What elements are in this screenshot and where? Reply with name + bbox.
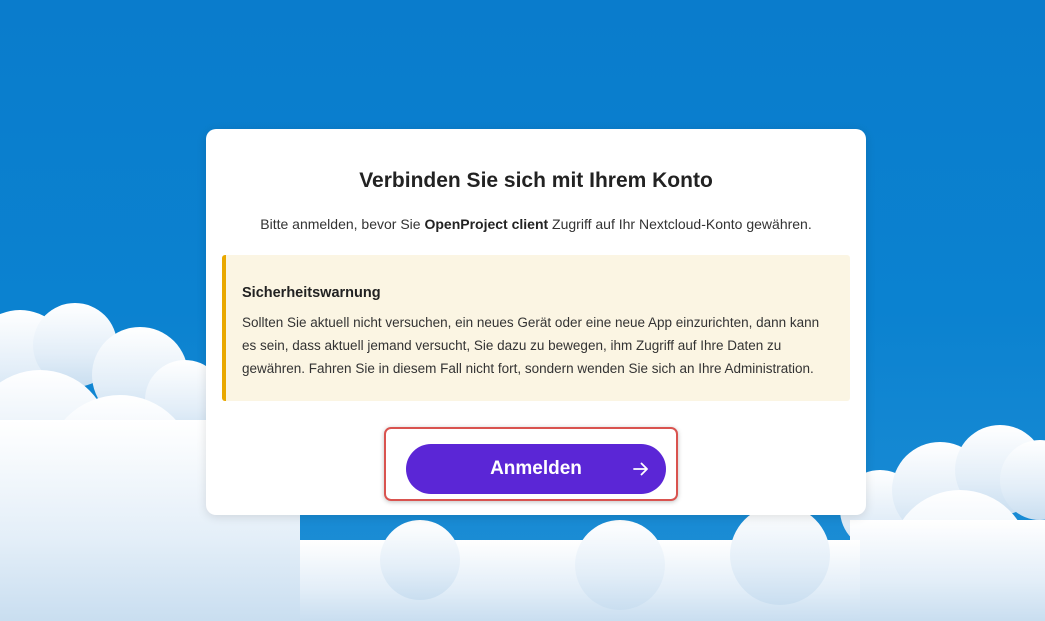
security-warning: Sicherheitswarnung Sollten Sie aktuell n… [222, 255, 850, 401]
subtitle-text-after: Zugriff auf Ihr Nextcloud-Konto gewähren… [548, 216, 812, 232]
login-button[interactable]: Anmelden [406, 444, 666, 494]
login-button-label: Anmelden [490, 458, 582, 479]
subtitle-text-before: Bitte anmelden, bevor Sie [260, 216, 425, 232]
warning-text: Sollten Sie aktuell nicht versuchen, ein… [242, 315, 820, 376]
warning-title: Sicherheitswarnung [242, 285, 381, 301]
login-dialog: Verbinden Sie sich mit Ihrem Konto Bitte… [206, 129, 866, 515]
dialog-subtitle: Bitte anmelden, bevor Sie OpenProject cl… [206, 216, 866, 232]
dialog-title: Verbinden Sie sich mit Ihrem Konto [359, 169, 713, 192]
login-page: Verbinden Sie sich mit Ihrem Konto Bitte… [0, 0, 1045, 621]
app-name: OpenProject client [424, 216, 549, 232]
arrow-right-icon [633, 462, 648, 476]
